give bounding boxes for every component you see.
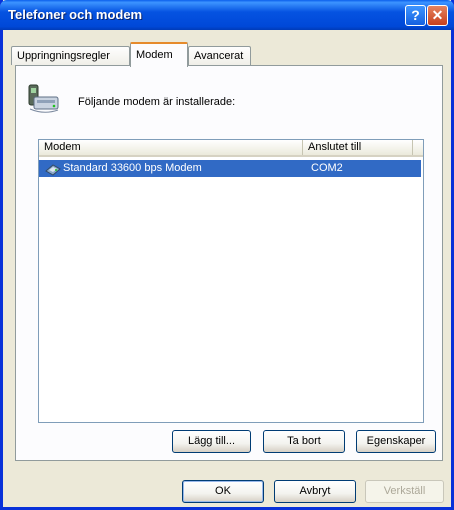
tab-label: Modem <box>136 49 173 61</box>
modem-tab-panel: Följande modem är installerade: Modem An… <box>15 65 443 461</box>
tab-dialing-rules[interactable]: Uppringningsregler <box>11 46 130 65</box>
list-item[interactable]: Standard 33600 bps Modem COM2 <box>39 160 421 177</box>
installed-modems-label: Följande modem är installerade: <box>78 96 236 108</box>
ok-button[interactable]: OK <box>182 480 264 503</box>
properties-button[interactable]: Egenskaper <box>356 430 436 453</box>
tab-advanced[interactable]: Avancerat <box>188 46 251 65</box>
column-header-modem[interactable]: Modem <box>39 140 303 155</box>
modem-list[interactable]: Modem Anslutet till Standard 33600 bps M… <box>38 139 424 423</box>
title-bar[interactable]: Telefoner och modem ? ✕ <box>0 0 454 30</box>
help-button[interactable]: ? <box>405 5 426 26</box>
apply-button[interactable]: Verkställ <box>365 480 444 503</box>
help-icon: ? <box>411 7 420 23</box>
modem-icon <box>45 164 61 176</box>
tab-label: Uppringningsregler <box>17 50 110 62</box>
tab-label: Avancerat <box>194 50 244 62</box>
tab-modem[interactable]: Modem <box>130 42 188 67</box>
remove-button[interactable]: Ta bort <box>263 430 345 453</box>
close-button[interactable]: ✕ <box>427 5 448 26</box>
column-header-port[interactable]: Anslutet till <box>303 140 413 155</box>
modem-name: Standard 33600 bps Modem <box>63 162 202 174</box>
add-button[interactable]: Lägg till... <box>172 430 251 453</box>
phone-modem-icon <box>28 84 59 113</box>
cancel-button[interactable]: Avbryt <box>274 480 356 503</box>
dialog-window: Telefoner och modem ? ✕ Uppringningsregl… <box>0 0 454 510</box>
modem-port: COM2 <box>311 162 343 174</box>
close-icon: ✕ <box>431 7 444 23</box>
window-title: Telefoner och modem <box>8 7 143 22</box>
list-header: Modem Anslutet till <box>39 140 423 157</box>
